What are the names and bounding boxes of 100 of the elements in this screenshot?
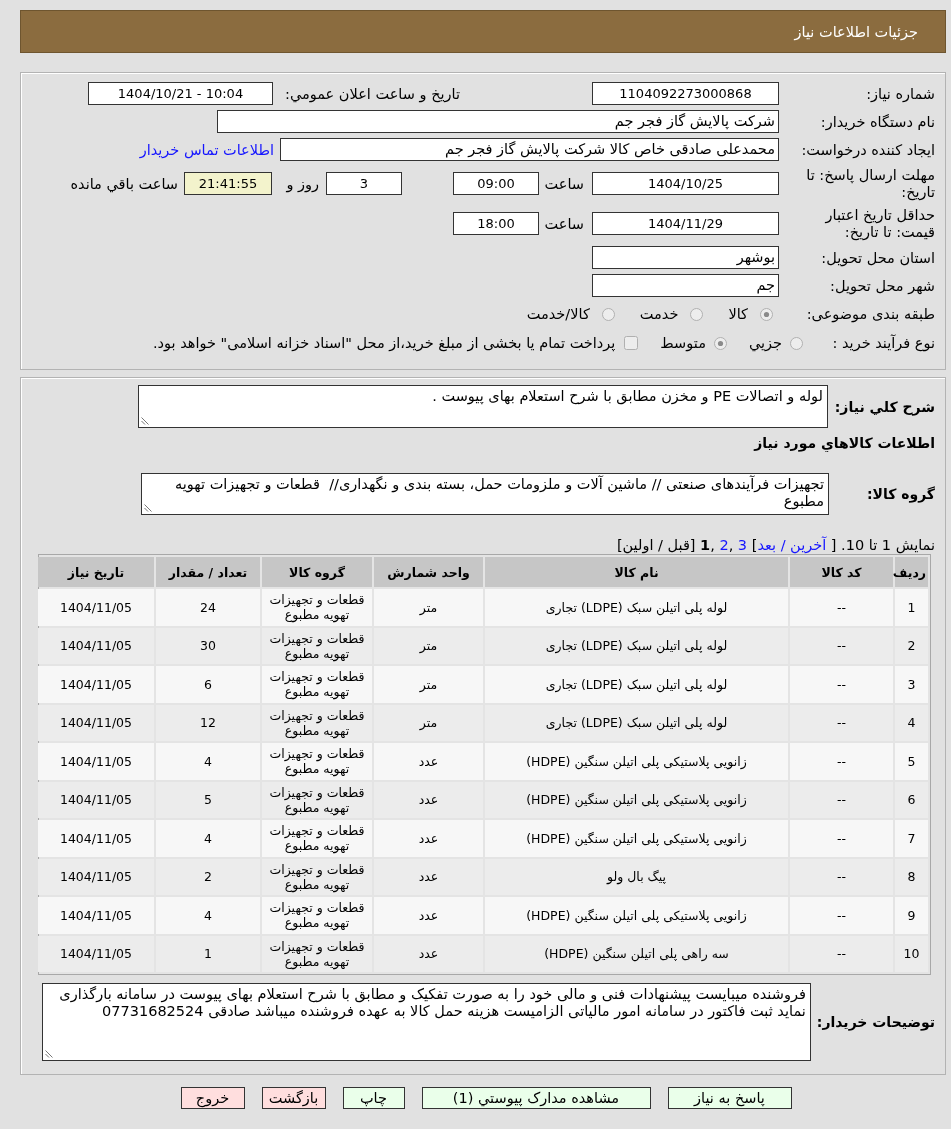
- column-header: تاریخ نیاز: [38, 557, 154, 587]
- table-cell: عدد: [374, 820, 483, 857]
- radio-button[interactable]: [713, 336, 727, 350]
- table-cell: 10: [895, 935, 928, 972]
- need-number-field[interactable]: 1104092273000868: [592, 82, 779, 105]
- table-cell: --: [790, 781, 893, 818]
- days-label: روز و: [285, 175, 319, 192]
- table-cell: 1: [156, 935, 260, 972]
- page-link[interactable]: 2: [719, 537, 729, 553]
- table-cell: 1404/11/05: [38, 897, 154, 934]
- table-cell: --: [790, 897, 893, 934]
- attachments-button[interactable]: مشاهده مدارک پيوستي (1): [421, 1087, 651, 1109]
- province-field[interactable]: بوشهر: [592, 246, 779, 269]
- table-cell: 2: [156, 858, 260, 895]
- table-cell: --: [790, 666, 893, 703]
- exit-button[interactable]: خروج: [180, 1087, 245, 1109]
- table-cell: متر: [374, 627, 483, 664]
- requester-field[interactable]: محمدعلی صادقی خاص کالا شرکت پالایش گاز فجر جم: [280, 138, 779, 161]
- requester-label: ايجاد کننده درخواست:: [800, 141, 935, 158]
- table-cell: --: [790, 704, 893, 741]
- buyer-notes-field[interactable]: فروشنده میبایست پیشنهادات فنی و مالی خود را به صورت تفکیک و مطابق با شرح استعلام بهای پیوست در سامانه بارگذاری نماید ثبت فاکتور در سامانه امور مالیاتی الزامیست هزینه حمل کالا به عهده فروشنده میباشد صادقی 07731682524: [41, 983, 811, 1061]
- validity-time-field[interactable]: 18:00: [453, 212, 539, 235]
- table-cell: 8: [895, 858, 928, 895]
- column-header: تعداد / مقدار: [156, 557, 260, 587]
- table-cell: 12: [156, 704, 260, 741]
- buyer-name-label: نام دستگاه خريدار:: [819, 113, 935, 130]
- remaining-time-field[interactable]: 21:41:55: [184, 172, 272, 195]
- resize-grip-icon[interactable]: [144, 504, 152, 512]
- time-label: ساعت: [544, 215, 584, 232]
- print-button[interactable]: چاپ: [342, 1087, 405, 1109]
- option-label: خدمت: [639, 306, 679, 322]
- back-button[interactable]: بازگشت: [261, 1087, 326, 1109]
- radio-button[interactable]: [790, 336, 803, 350]
- column-header: کد کالا: [790, 557, 893, 587]
- table-cell: عدد: [374, 781, 483, 818]
- page-link[interactable]: 3: [737, 537, 748, 553]
- items-heading: اطلاعات کالاهاي مورد نياز: [752, 435, 935, 452]
- table-cell: قطعات و تجهیزات تهویه مطبوع: [262, 704, 372, 741]
- column-header: نام کالا: [485, 557, 788, 587]
- table-cell: سه راهی پلی اتیلن سنگین (HDPE): [485, 935, 788, 972]
- product-group-field[interactable]: تجهیزات فرآیندهای صنعتی // ماشین آلات و ملزومات حمل، بسته بندی و نگهداری// قطعات و تجهیزات تهویه مطبوع: [141, 473, 829, 515]
- table-cell: 1404/11/05: [38, 627, 154, 664]
- buyer-name-field[interactable]: شرکت پالايش گاز فجر جم: [217, 110, 779, 133]
- table-cell: 6: [895, 781, 928, 818]
- city-field[interactable]: جم: [592, 274, 779, 297]
- table-cell: 6: [156, 666, 260, 703]
- table-cell: عدد: [374, 743, 483, 780]
- purchase-type-label: نوع فرآيند خريد :: [831, 335, 935, 351]
- days-field[interactable]: 3: [326, 172, 402, 195]
- reply-deadline-label: مهلت ارسال پاسخ: تا تاریخ:: [805, 166, 935, 201]
- table-cell: 1404/11/05: [38, 704, 154, 741]
- table-cell: 7: [895, 820, 928, 857]
- resize-grip-icon[interactable]: [44, 1050, 53, 1058]
- table-cell: 1404/11/05: [38, 743, 154, 780]
- table-cell: 1404/11/05: [38, 820, 154, 857]
- announce-field[interactable]: 1404/10/21 - 10:04: [88, 82, 273, 105]
- column-header: واحد شمارش: [374, 557, 483, 587]
- table-cell: 4: [156, 743, 260, 780]
- description-label: شرح کلي نياز:: [834, 398, 935, 415]
- product-group-label: گروه کالا:: [865, 486, 935, 502]
- table-cell: 9: [895, 897, 928, 934]
- table-cell: 4: [895, 704, 928, 741]
- table-cell: 1: [895, 589, 928, 626]
- time-label: ساعت: [544, 175, 584, 192]
- table-cell: 3: [895, 666, 928, 703]
- table-cell: 5: [156, 781, 260, 818]
- radio-button[interactable]: [760, 307, 773, 321]
- table-cell: عدد: [374, 858, 483, 895]
- option-label: کالا: [728, 306, 748, 322]
- table-cell: --: [790, 627, 893, 664]
- validity-date-field[interactable]: 1404/11/29: [592, 212, 779, 235]
- radio-button[interactable]: [601, 307, 615, 321]
- table-cell: لوله پلی اتیلن سبک (LDPE) تجاری: [485, 589, 788, 626]
- description-field[interactable]: لوله و اتصالات PE و مخزن مطابق با شرح استعلام بهای پیوست .: [138, 385, 828, 428]
- reply-date-field[interactable]: 1404/10/25: [592, 172, 779, 195]
- checkbox[interactable]: [624, 336, 639, 350]
- table-cell: قطعات و تجهیزات تهویه مطبوع: [262, 589, 372, 626]
- table-cell: --: [790, 589, 893, 626]
- table-cell: لوله پلی اتیلن سبک (LDPE) تجاری: [485, 704, 788, 741]
- table-cell: 1404/11/05: [38, 858, 154, 895]
- remaining-time-label: ساعت باقي مانده: [70, 175, 178, 192]
- option-label: جزيي: [748, 335, 782, 351]
- reply-time-field[interactable]: 09:00: [453, 172, 539, 195]
- province-label: استان محل تحويل:: [820, 249, 935, 266]
- city-label: شهر محل تحويل:: [829, 277, 935, 294]
- page-link[interactable]: آخرين / بعد: [757, 537, 827, 553]
- resize-grip-icon[interactable]: [141, 417, 149, 425]
- buyer-contact-link[interactable]: اطلاعات تماس خريدار: [139, 141, 274, 158]
- radio-button[interactable]: [690, 307, 704, 321]
- reply-button[interactable]: پاسخ به نياز: [667, 1087, 792, 1109]
- option-label: کالا/خدمت: [526, 306, 590, 322]
- table-cell: 1404/11/05: [38, 935, 154, 972]
- table-cell: قطعات و تجهیزات تهویه مطبوع: [262, 935, 372, 972]
- table-cell: زانویی پلاستیکی پلی اتیلن سنگین (HDPE): [485, 743, 788, 780]
- table-cell: لوله پلی اتیلن سبک (LDPE) تجاری: [485, 627, 788, 664]
- table-cell: متر: [374, 704, 483, 741]
- table-cell: 1404/11/05: [38, 666, 154, 703]
- table-cell: لوله پلی اتیلن سبک (LDPE) تجاری: [485, 666, 788, 703]
- column-header: ردیف: [895, 557, 928, 587]
- table-cell: زانویی پلاستیکی پلی اتیلن سنگین (HDPE): [485, 781, 788, 818]
